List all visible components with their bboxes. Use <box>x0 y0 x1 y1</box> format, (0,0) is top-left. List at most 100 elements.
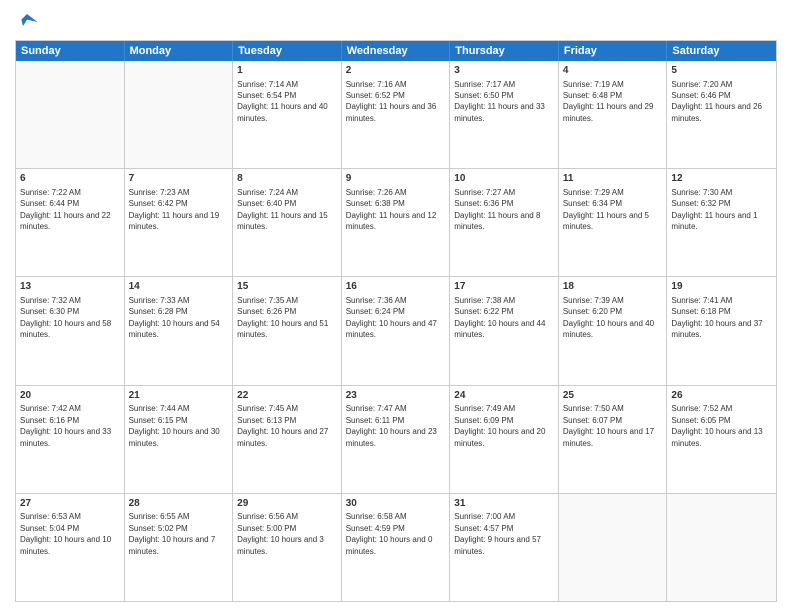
day-info: Sunrise: 7:41 AM Sunset: 6:18 PM Dayligh… <box>671 296 762 339</box>
day-info: Sunrise: 7:17 AM Sunset: 6:50 PM Dayligh… <box>454 80 545 123</box>
day-info: Sunrise: 6:56 AM Sunset: 5:00 PM Dayligh… <box>237 512 324 555</box>
day-number: 11 <box>563 172 663 186</box>
calendar-row: 27Sunrise: 6:53 AM Sunset: 5:04 PM Dayli… <box>16 494 776 601</box>
day-info: Sunrise: 6:55 AM Sunset: 5:02 PM Dayligh… <box>129 512 216 555</box>
day-info: Sunrise: 7:32 AM Sunset: 6:30 PM Dayligh… <box>20 296 111 339</box>
calendar-cell <box>16 61 125 168</box>
calendar: SundayMondayTuesdayWednesdayThursdayFrid… <box>15 40 777 602</box>
day-number: 15 <box>237 280 337 294</box>
calendar-cell: 7Sunrise: 7:23 AM Sunset: 6:42 PM Daylig… <box>125 169 234 276</box>
calendar-row: 6Sunrise: 7:22 AM Sunset: 6:44 PM Daylig… <box>16 169 776 277</box>
calendar-body: 1 Sunrise: 7:14 AM Sunset: 6:54 PM Daylig… <box>16 61 776 601</box>
day-number: 12 <box>671 172 772 186</box>
calendar-cell: 30Sunrise: 6:58 AM Sunset: 4:59 PM Dayli… <box>342 494 451 601</box>
page-header <box>15 10 777 34</box>
day-number: 31 <box>454 497 554 511</box>
day-number: 24 <box>454 389 554 403</box>
day-number: 3 <box>454 64 554 78</box>
day-info: Sunrise: 7:44 AM Sunset: 6:15 PM Dayligh… <box>129 404 220 447</box>
day-number: 29 <box>237 497 337 511</box>
calendar-cell: 4 Sunrise: 7:19 AM Sunset: 6:48 PM Daylig… <box>559 61 668 168</box>
calendar-cell: 29Sunrise: 6:56 AM Sunset: 5:00 PM Dayli… <box>233 494 342 601</box>
calendar-header: SundayMondayTuesdayWednesdayThursdayFrid… <box>16 41 776 61</box>
day-number: 13 <box>20 280 120 294</box>
day-info: Sunrise: 7:45 AM Sunset: 6:13 PM Dayligh… <box>237 404 328 447</box>
day-number: 25 <box>563 389 663 403</box>
day-number: 5 <box>671 64 772 78</box>
day-info: Sunrise: 6:53 AM Sunset: 5:04 PM Dayligh… <box>20 512 111 555</box>
calendar-row: 1 Sunrise: 7:14 AM Sunset: 6:54 PM Daylig… <box>16 61 776 169</box>
day-info: Sunrise: 6:58 AM Sunset: 4:59 PM Dayligh… <box>346 512 433 555</box>
calendar-header-day: Monday <box>125 41 234 61</box>
calendar-cell: 16 Sunrise: 7:36 AM Sunset: 6:24 PM Dayli… <box>342 277 451 384</box>
calendar-cell: 6Sunrise: 7:22 AM Sunset: 6:44 PM Daylig… <box>16 169 125 276</box>
calendar-cell: 1 Sunrise: 7:14 AM Sunset: 6:54 PM Daylig… <box>233 61 342 168</box>
calendar-header-day: Tuesday <box>233 41 342 61</box>
logo <box>15 10 43 34</box>
day-info: Sunrise: 7:42 AM Sunset: 6:16 PM Dayligh… <box>20 404 111 447</box>
calendar-cell: 5 Sunrise: 7:20 AM Sunset: 6:46 PM Daylig… <box>667 61 776 168</box>
calendar-cell <box>667 494 776 601</box>
day-number: 28 <box>129 497 229 511</box>
day-number: 21 <box>129 389 229 403</box>
calendar-cell: 22Sunrise: 7:45 AM Sunset: 6:13 PM Dayli… <box>233 386 342 493</box>
calendar-cell: 21Sunrise: 7:44 AM Sunset: 6:15 PM Dayli… <box>125 386 234 493</box>
day-number: 10 <box>454 172 554 186</box>
day-number: 7 <box>129 172 229 186</box>
calendar-header-day: Saturday <box>667 41 776 61</box>
day-number: 26 <box>671 389 772 403</box>
day-info: Sunrise: 7:14 AM Sunset: 6:54 PM Dayligh… <box>237 80 328 123</box>
day-number: 30 <box>346 497 446 511</box>
calendar-cell: 15 Sunrise: 7:35 AM Sunset: 6:26 PM Dayli… <box>233 277 342 384</box>
calendar-cell: 20Sunrise: 7:42 AM Sunset: 6:16 PM Dayli… <box>16 386 125 493</box>
day-number: 22 <box>237 389 337 403</box>
day-number: 1 <box>237 64 337 78</box>
calendar-header-day: Sunday <box>16 41 125 61</box>
calendar-cell: 8 Sunrise: 7:24 AM Sunset: 6:40 PM Daylig… <box>233 169 342 276</box>
day-info: Sunrise: 7:00 AM Sunset: 4:57 PM Dayligh… <box>454 512 541 555</box>
day-info: Sunrise: 7:19 AM Sunset: 6:48 PM Dayligh… <box>563 80 654 123</box>
day-info: Sunrise: 7:20 AM Sunset: 6:46 PM Dayligh… <box>671 80 762 123</box>
day-info: Sunrise: 7:50 AM Sunset: 6:07 PM Dayligh… <box>563 404 654 447</box>
day-number: 17 <box>454 280 554 294</box>
calendar-header-day: Wednesday <box>342 41 451 61</box>
calendar-cell: 2Sunrise: 7:16 AM Sunset: 6:52 PM Daylig… <box>342 61 451 168</box>
day-info: Sunrise: 7:33 AM Sunset: 6:28 PM Dayligh… <box>129 296 220 339</box>
day-number: 8 <box>237 172 337 186</box>
calendar-cell: 28Sunrise: 6:55 AM Sunset: 5:02 PM Dayli… <box>125 494 234 601</box>
day-number: 19 <box>671 280 772 294</box>
calendar-cell: 23Sunrise: 7:47 AM Sunset: 6:11 PM Dayli… <box>342 386 451 493</box>
calendar-cell: 11 Sunrise: 7:29 AM Sunset: 6:34 PM Dayli… <box>559 169 668 276</box>
calendar-cell: 17 Sunrise: 7:38 AM Sunset: 6:22 PM Dayli… <box>450 277 559 384</box>
calendar-header-day: Thursday <box>450 41 559 61</box>
day-info: Sunrise: 7:30 AM Sunset: 6:32 PM Dayligh… <box>671 188 757 231</box>
calendar-cell: 24Sunrise: 7:49 AM Sunset: 6:09 PM Dayli… <box>450 386 559 493</box>
day-number: 4 <box>563 64 663 78</box>
calendar-cell: 25Sunrise: 7:50 AM Sunset: 6:07 PM Dayli… <box>559 386 668 493</box>
day-info: Sunrise: 7:16 AM Sunset: 6:52 PM Dayligh… <box>346 80 437 123</box>
day-info: Sunrise: 7:52 AM Sunset: 6:05 PM Dayligh… <box>671 404 762 447</box>
calendar-cell: 3 Sunrise: 7:17 AM Sunset: 6:50 PM Daylig… <box>450 61 559 168</box>
day-number: 16 <box>346 280 446 294</box>
day-number: 18 <box>563 280 663 294</box>
day-info: Sunrise: 7:24 AM Sunset: 6:40 PM Dayligh… <box>237 188 328 231</box>
day-number: 6 <box>20 172 120 186</box>
calendar-header-day: Friday <box>559 41 668 61</box>
day-info: Sunrise: 7:38 AM Sunset: 6:22 PM Dayligh… <box>454 296 545 339</box>
day-info: Sunrise: 7:26 AM Sunset: 6:38 PM Dayligh… <box>346 188 437 231</box>
day-info: Sunrise: 7:36 AM Sunset: 6:24 PM Dayligh… <box>346 296 437 339</box>
calendar-cell: 10Sunrise: 7:27 AM Sunset: 6:36 PM Dayli… <box>450 169 559 276</box>
calendar-cell: 12 Sunrise: 7:30 AM Sunset: 6:32 PM Dayli… <box>667 169 776 276</box>
day-info: Sunrise: 7:29 AM Sunset: 6:34 PM Dayligh… <box>563 188 649 231</box>
day-info: Sunrise: 7:39 AM Sunset: 6:20 PM Dayligh… <box>563 296 654 339</box>
calendar-cell: 27Sunrise: 6:53 AM Sunset: 5:04 PM Dayli… <box>16 494 125 601</box>
calendar-cell: 9 Sunrise: 7:26 AM Sunset: 6:38 PM Daylig… <box>342 169 451 276</box>
day-number: 27 <box>20 497 120 511</box>
calendar-row: 13 Sunrise: 7:32 AM Sunset: 6:30 PM Dayli… <box>16 277 776 385</box>
day-info: Sunrise: 7:35 AM Sunset: 6:26 PM Dayligh… <box>237 296 328 339</box>
calendar-row: 20Sunrise: 7:42 AM Sunset: 6:16 PM Dayli… <box>16 386 776 494</box>
day-number: 20 <box>20 389 120 403</box>
day-info: Sunrise: 7:47 AM Sunset: 6:11 PM Dayligh… <box>346 404 437 447</box>
day-number: 9 <box>346 172 446 186</box>
calendar-cell: 31Sunrise: 7:00 AM Sunset: 4:57 PM Dayli… <box>450 494 559 601</box>
